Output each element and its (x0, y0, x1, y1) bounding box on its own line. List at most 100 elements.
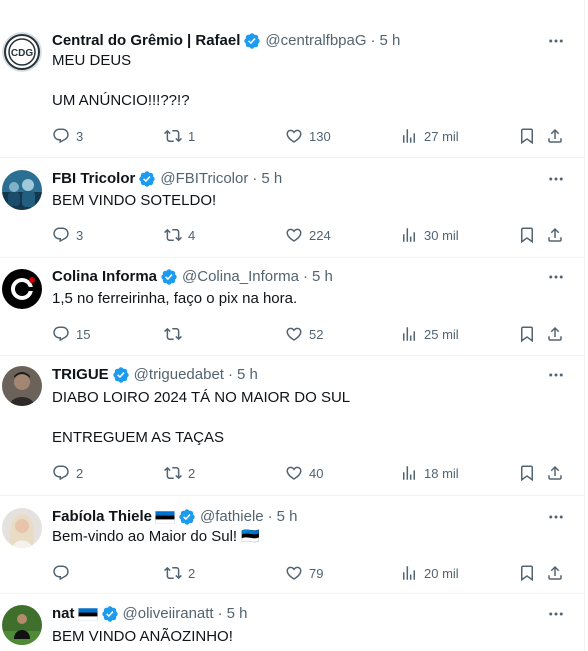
retweet-button[interactable]: 1 (164, 126, 195, 146)
more-options-icon (549, 515, 563, 519)
views-count: 20 mil (424, 565, 459, 581)
more-options-button[interactable] (544, 604, 568, 624)
timestamp[interactable]: 5 h (312, 267, 333, 287)
share-icon (548, 227, 562, 242)
reply-icon (53, 465, 69, 481)
display-name[interactable]: Colina Informa (52, 267, 157, 287)
share-button[interactable] (546, 563, 564, 583)
like-button[interactable]: 52 (285, 324, 323, 344)
tweet[interactable]: Colina Informa @Colina_Informa · 5 h 1,5 no … (0, 258, 584, 356)
bookmark-button[interactable] (518, 324, 536, 344)
views-button[interactable]: 18 mil (400, 463, 459, 483)
display-name[interactable]: Central do Grêmio | Rafael (52, 31, 240, 51)
separator-dot: · (217, 605, 223, 622)
tweet-header: TRIGUE @triguedabet · 5 h (52, 365, 534, 385)
tweet-header: Central do Grêmio | Rafael @centralfbpaG ·… (52, 31, 534, 51)
user-handle[interactable]: @triguedabet (134, 365, 224, 385)
like-button[interactable]: 79 (285, 563, 323, 583)
bookmark-button[interactable] (518, 463, 536, 483)
retweet-icon (164, 566, 182, 580)
bookmark-icon (521, 565, 533, 582)
views-button[interactable]: 27 mil (400, 126, 459, 146)
like-button[interactable]: 40 (285, 463, 323, 483)
user-handle[interactable]: @Colina_Informa (182, 267, 299, 287)
more-options-icon (549, 177, 563, 181)
avatar[interactable] (2, 508, 42, 548)
action-bar: 3 4 224 30 mil (52, 225, 564, 245)
share-button[interactable] (546, 126, 564, 146)
tweet-header: FBI Tricolor @FBITricolor · 5 h (52, 169, 534, 189)
reply-button[interactable] (52, 563, 76, 583)
like-heart-icon (286, 466, 302, 480)
verified-badge-icon (161, 269, 177, 285)
tweet-text: MEU DEUS UM ANÚNCIO!!!??!? (52, 52, 190, 109)
timestamp[interactable]: 5 h (380, 31, 401, 51)
avatar[interactable] (2, 605, 42, 645)
reply-button[interactable]: 15 (52, 324, 90, 344)
timestamp[interactable]: 5 h (261, 169, 282, 189)
more-options-button[interactable] (544, 365, 568, 385)
separator-dot: · (227, 366, 233, 383)
display-name[interactable]: Fabíola Thiele (52, 507, 152, 527)
share-button[interactable] (546, 463, 564, 483)
reply-button[interactable]: 3 (52, 126, 83, 146)
tweet[interactable]: CDG Central do Grêmio | Rafael @centralfbp… (0, 0, 584, 158)
verified-badge-icon (244, 33, 261, 49)
timestamp[interactable]: 5 h (227, 604, 248, 624)
bookmark-button[interactable] (518, 126, 536, 146)
avatar[interactable] (2, 269, 42, 309)
tweet[interactable]: nat @oliveiiranatt · 5 h BEM VINDO ANÃOZINHO… (0, 594, 584, 651)
reply-button[interactable]: 3 (52, 225, 83, 245)
estonia-flag-icon (77, 607, 98, 621)
retweet-icon (164, 327, 182, 341)
likes-count: 130 (309, 128, 331, 144)
timestamp[interactable]: 5 h (277, 507, 298, 527)
tweet[interactable]: FBI Tricolor @FBITricolor · 5 h BEM VINDO SO… (0, 158, 584, 258)
reply-icon (53, 227, 69, 243)
views-count: 27 mil (424, 128, 459, 144)
views-chart-icon (403, 129, 415, 143)
retweet-button[interactable] (164, 324, 188, 344)
action-bar: 2 79 20 mil (52, 563, 564, 583)
separator-dot: · (302, 268, 308, 285)
user-handle[interactable]: @centralfbpaG (265, 31, 366, 51)
retweet-button[interactable]: 2 (164, 463, 195, 483)
replies-count: 3 (76, 227, 84, 243)
tweet-text: 1,5 no ferreirinha, faço o pix na hora. (52, 290, 298, 307)
avatar[interactable] (2, 170, 42, 210)
tweet-text: Bem-vindo ao Maior do Sul! 🇪🇪 (52, 528, 260, 545)
user-handle[interactable]: @oliveiiranatt (123, 604, 214, 624)
views-count: 30 mil (424, 227, 459, 243)
timestamp[interactable]: 5 h (237, 365, 258, 385)
share-button[interactable] (546, 324, 564, 344)
display-name[interactable]: TRIGUE (52, 365, 109, 385)
display-name[interactable]: FBI Tricolor (52, 169, 135, 189)
like-button[interactable]: 130 (285, 126, 331, 146)
user-handle[interactable]: @FBITricolor (160, 169, 248, 189)
more-options-button[interactable] (544, 31, 568, 51)
retweet-button[interactable]: 2 (164, 563, 195, 583)
like-button[interactable]: 224 (285, 225, 331, 245)
likes-count: 224 (309, 227, 331, 243)
views-button[interactable]: 20 mil (400, 563, 459, 583)
user-handle[interactable]: @fathiele (200, 507, 264, 527)
tweet[interactable]: Fabíola Thiele @fathiele · 5 h Bem-vindo ao … (0, 496, 584, 594)
more-options-button[interactable] (544, 267, 568, 287)
views-button[interactable]: 30 mil (400, 225, 459, 245)
reply-icon (53, 128, 69, 144)
display-name[interactable]: nat (52, 604, 75, 624)
reply-icon (53, 326, 69, 342)
avatar[interactable] (2, 366, 42, 406)
reply-button[interactable]: 2 (52, 463, 83, 483)
views-button[interactable]: 25 mil (400, 324, 459, 344)
more-options-button[interactable] (544, 507, 568, 527)
share-button[interactable] (546, 225, 564, 245)
views-chart-icon (403, 327, 415, 341)
retweet-button[interactable]: 4 (164, 225, 195, 245)
svg-text:CDG: CDG (11, 48, 33, 59)
tweet[interactable]: TRIGUE @triguedabet · 5 h DIABO LOIRO 2024 T… (0, 356, 584, 496)
bookmark-button[interactable] (518, 563, 536, 583)
bookmark-button[interactable] (518, 225, 536, 245)
avatar[interactable]: CDG (2, 32, 42, 72)
more-options-button[interactable] (544, 169, 568, 189)
